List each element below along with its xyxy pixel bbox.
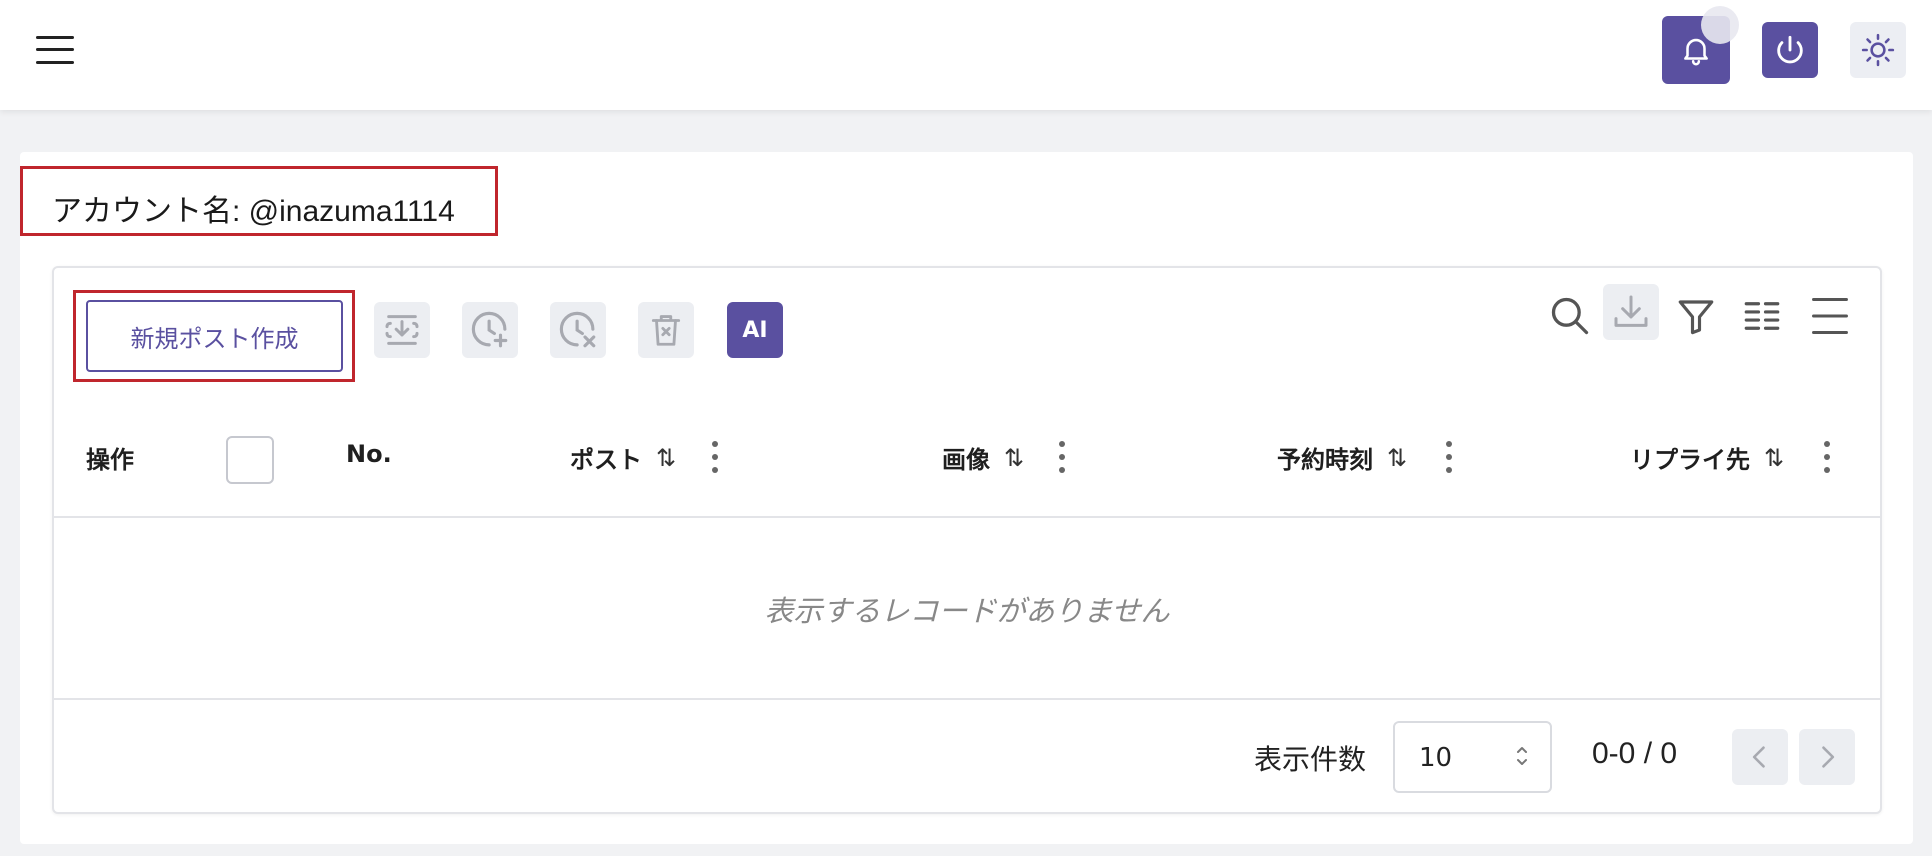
column-header-post[interactable]: ポスト ⇅ [570, 440, 676, 475]
select-all-checkbox[interactable] [226, 436, 274, 484]
search-icon [1551, 297, 1589, 335]
clock-remove-icon [559, 311, 596, 348]
column-header-reply-to[interactable]: リプライ先 ⇅ [1630, 440, 1784, 475]
hamburger-menu-icon[interactable] [36, 34, 76, 66]
import-icon [385, 315, 419, 345]
filter-button[interactable] [1670, 290, 1722, 342]
column-header-label: 操作 [86, 446, 134, 474]
column-header-label: ポスト [570, 446, 642, 474]
new-post-button[interactable]: 新規ポスト作成 [86, 300, 343, 372]
sort-icon[interactable]: ⇅ [1764, 444, 1784, 472]
column-header-scheduled-time[interactable]: 予約時刻 ⇅ [1277, 440, 1407, 475]
columns-icon [1744, 302, 1780, 330]
rows-per-page-label: 表示件数 [1254, 743, 1367, 776]
trash-icon [651, 315, 681, 346]
download-button[interactable] [1603, 284, 1659, 340]
power-icon [1777, 35, 1803, 64]
column-menu-reply-to-icon[interactable] [1823, 441, 1831, 473]
top-bar [0, 0, 1932, 110]
account-name-label: アカウント名: @inazuma1114 [52, 195, 455, 228]
page-range-text: 0-0 / 0 [1592, 737, 1678, 770]
logout-button[interactable] [1762, 22, 1818, 78]
theme-toggle-button[interactable] [1850, 22, 1906, 78]
schedule-add-button[interactable] [462, 302, 518, 358]
column-header-image[interactable]: 画像 ⇅ [942, 440, 1024, 475]
next-page-button[interactable] [1799, 729, 1855, 785]
empty-state-message: 表示するレコードがありません [764, 594, 1170, 628]
search-button[interactable] [1544, 290, 1596, 342]
column-menu-post-icon[interactable] [711, 441, 719, 473]
import-button[interactable] [374, 302, 430, 358]
notification-badge [1701, 6, 1739, 44]
delete-button[interactable] [638, 302, 694, 358]
column-header-label: 予約時刻 [1277, 446, 1373, 474]
rows-per-page-value: 10 [1419, 743, 1453, 773]
columns-button[interactable] [1736, 290, 1788, 342]
download-icon [1614, 295, 1648, 327]
column-header-label: リプライ先 [1630, 446, 1750, 474]
sort-icon[interactable]: ⇅ [1387, 444, 1407, 472]
density-button[interactable] [1804, 290, 1856, 342]
sort-icon[interactable]: ⇅ [656, 444, 676, 472]
column-menu-image-icon[interactable] [1058, 441, 1066, 473]
column-menu-scheduled-time-icon[interactable] [1445, 441, 1453, 473]
clock-add-icon [471, 311, 508, 348]
chevron-up-down-icon [1517, 747, 1527, 765]
column-header-no: No. [346, 440, 392, 468]
ai-button[interactable]: AI [727, 302, 783, 358]
sort-icon[interactable]: ⇅ [1004, 444, 1024, 472]
column-header-label: No. [346, 440, 392, 468]
header-divider [54, 516, 1880, 518]
column-header-actions: 操作 [86, 440, 134, 475]
chevron-left-icon [1752, 746, 1765, 768]
schedule-remove-button[interactable] [550, 302, 606, 358]
footer-divider [54, 698, 1880, 700]
density-icon [1812, 298, 1848, 334]
column-header-label: 画像 [942, 446, 990, 474]
ai-icon: AI [742, 317, 768, 343]
chevron-right-icon [1822, 746, 1835, 768]
sun-icon [1861, 33, 1895, 67]
previous-page-button[interactable] [1732, 729, 1788, 785]
filter-icon [1678, 300, 1714, 335]
rows-per-page-select[interactable]: 10 [1393, 721, 1552, 793]
